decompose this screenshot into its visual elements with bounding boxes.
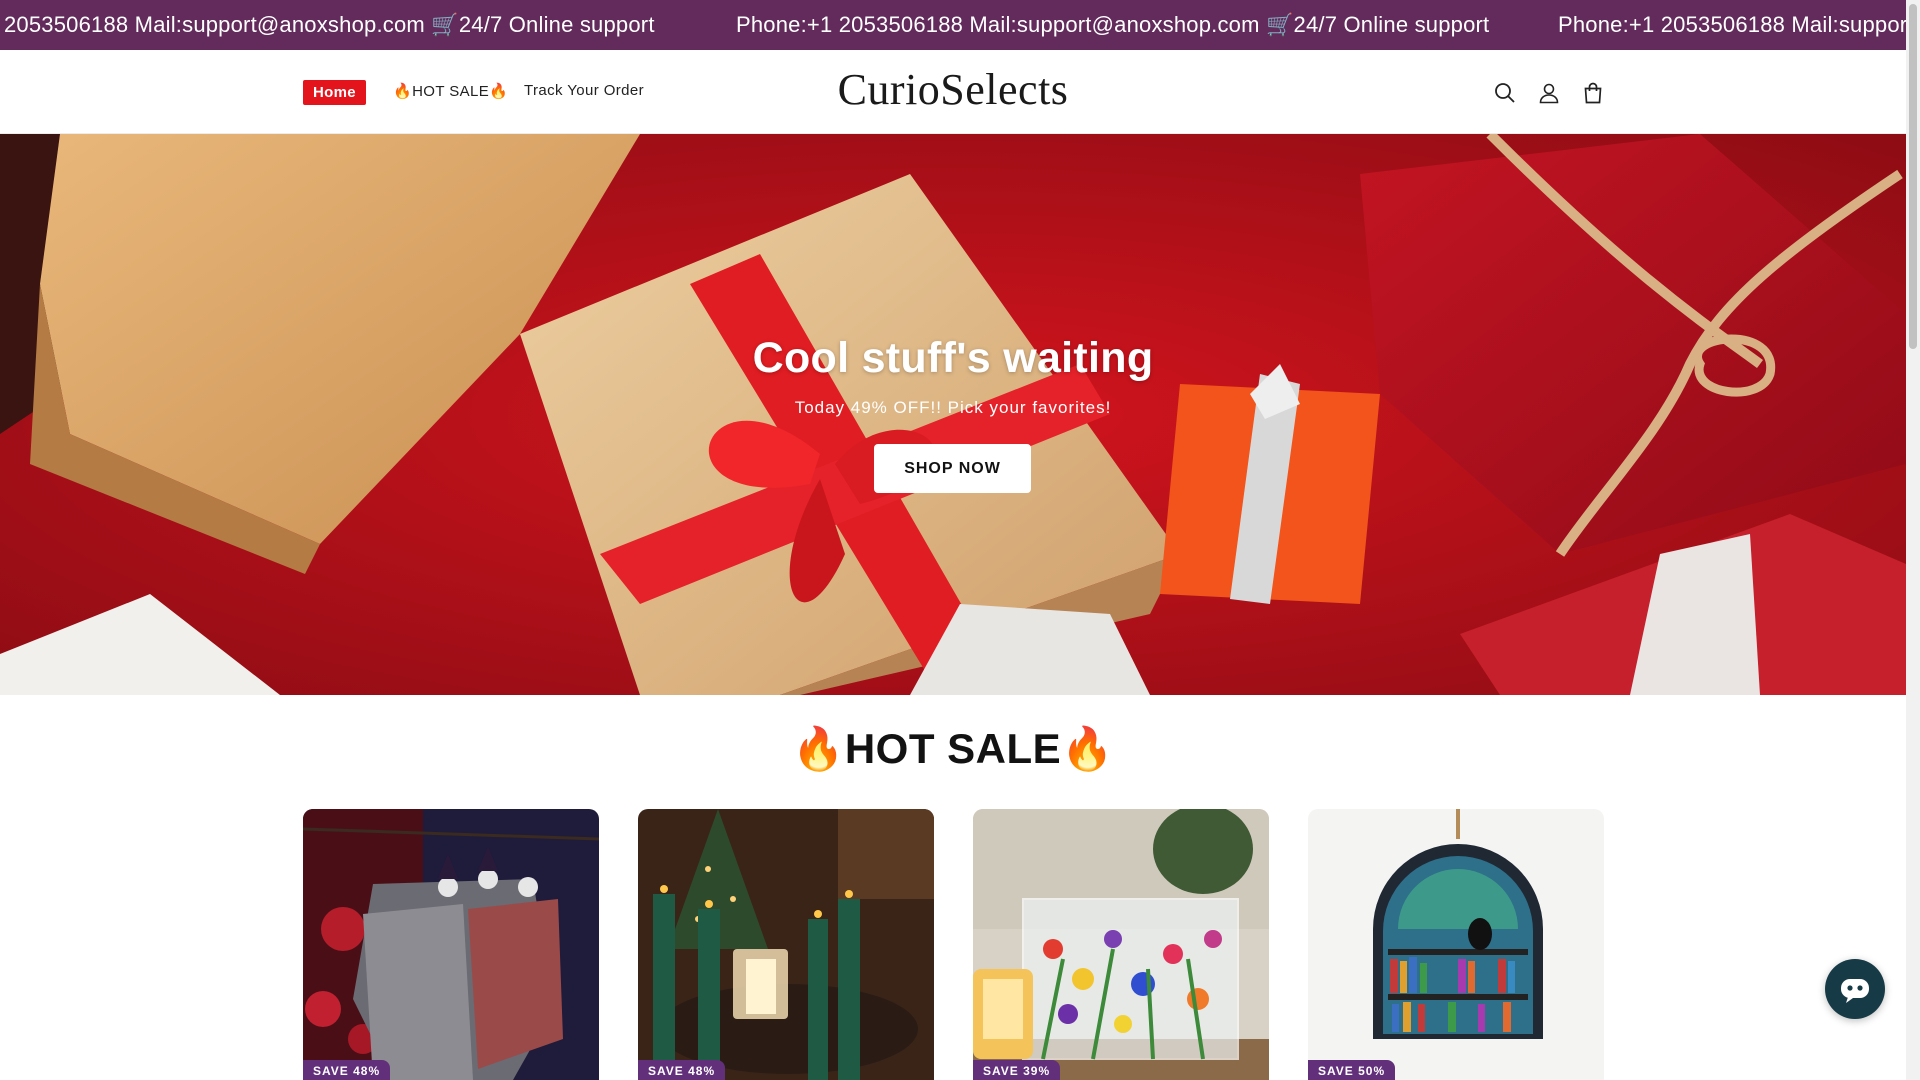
product-card[interactable]: SAVE 48%: [638, 809, 934, 1080]
site-logo[interactable]: CurioSelects: [0, 64, 1906, 115]
shop-now-button[interactable]: SHOP NOW: [874, 444, 1031, 493]
discount-badge: SAVE 48%: [303, 1060, 391, 1080]
cart-icon[interactable]: [1578, 78, 1608, 108]
discount-badge: SAVE 48%: [638, 1060, 726, 1080]
site-header: Home 🔥HOT SALE🔥 Track Your Order CurioSe…: [0, 50, 1906, 134]
announcement-bar: 2053506188 Mail:support@anoxshop.com 🛒24…: [0, 0, 1906, 50]
product-image[interactable]: [1308, 809, 1604, 1080]
scrollbar-thumb[interactable]: [1909, 4, 1917, 349]
account-icon[interactable]: [1534, 78, 1564, 108]
chat-bot-icon: [1841, 979, 1869, 1003]
product-image[interactable]: [638, 809, 934, 1080]
search-icon[interactable]: [1490, 78, 1520, 108]
hero-subtitle: Today 49% OFF!! Pick your favorites!: [794, 398, 1112, 417]
announcement-text: 2053506188 Mail:support@anoxshop.com 🛒24…: [4, 12, 655, 37]
discount-badge: SAVE 50%: [1308, 1060, 1396, 1080]
announcement-text: Phone:+1 2053506188 Mail:support@: [1558, 12, 1906, 37]
product-image[interactable]: [973, 809, 1269, 1080]
product-image[interactable]: [303, 809, 599, 1080]
product-card[interactable]: SAVE 39%: [973, 809, 1269, 1080]
product-card[interactable]: SAVE 48%: [303, 809, 599, 1080]
announcement-text: Phone:+1 2053506188 Mail:support@anoxsho…: [736, 12, 1490, 37]
hero-title: Cool stuff's waiting: [752, 334, 1154, 382]
discount-badge: SAVE 39%: [973, 1060, 1061, 1080]
hero-banner: Cool stuff's waiting Today 49% OFF!! Pic…: [0, 134, 1906, 695]
chat-widget-button[interactable]: [1825, 959, 1885, 1019]
hot-sale-heading: 🔥HOT SALE🔥: [792, 725, 1114, 772]
product-card[interactable]: SAVE 50%: [1308, 809, 1604, 1080]
